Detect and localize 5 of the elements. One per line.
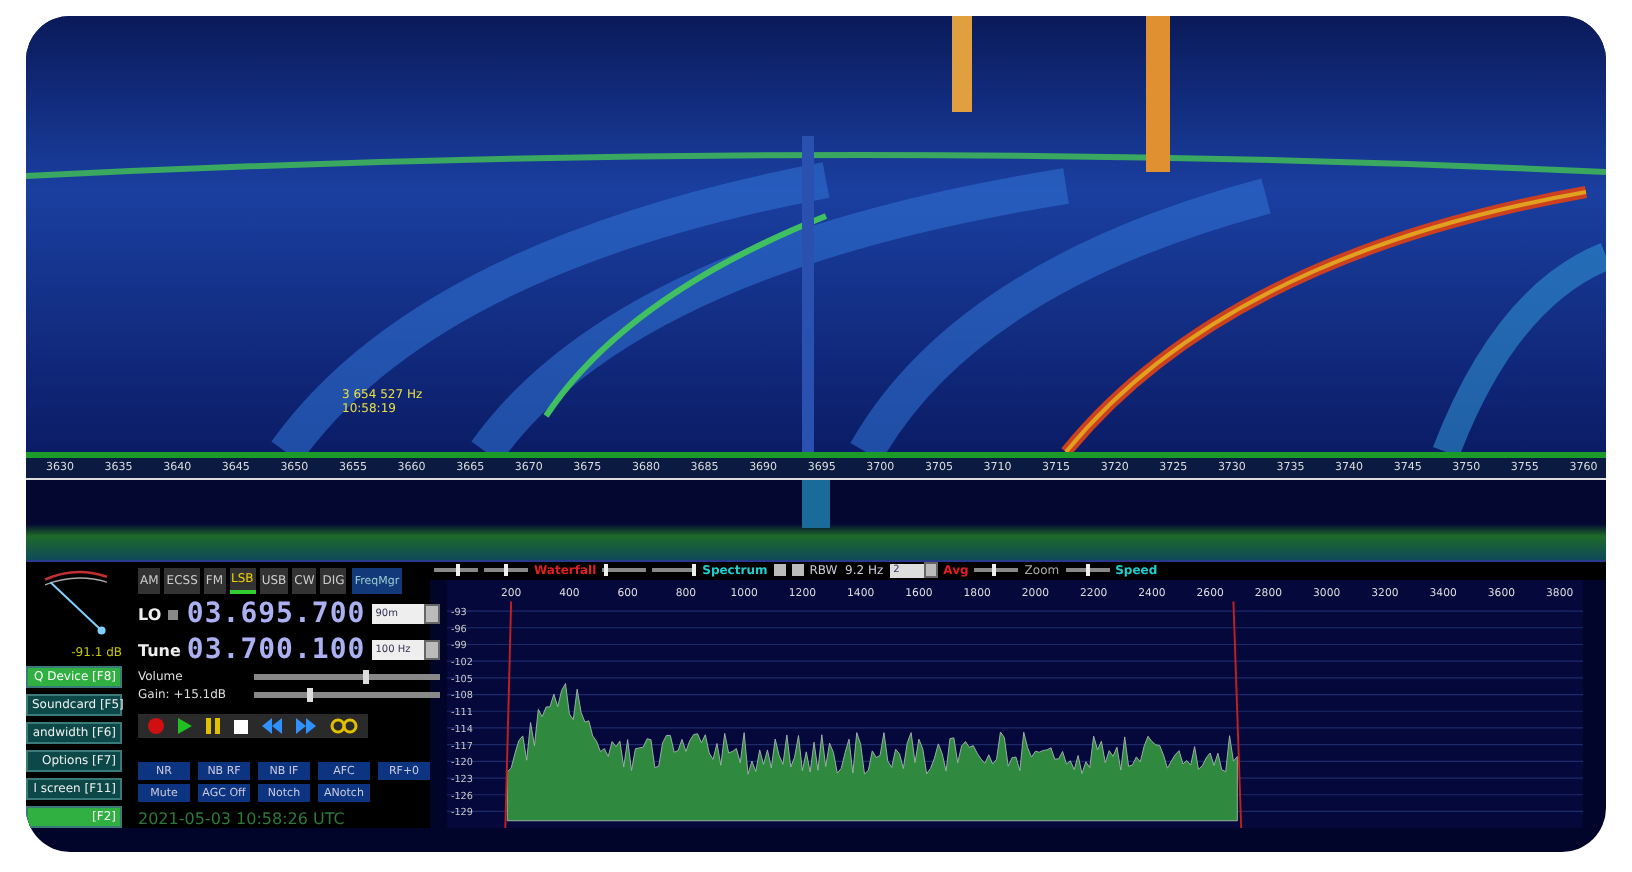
lo-label: LO [138,605,162,623]
tune-frequency[interactable]: 03.700.100 [186,634,366,666]
utc-clock: 2021-05-03 10:58:26 UTC [138,810,347,828]
lo-frequency[interactable]: 03.695.700 [186,598,366,630]
tune-label: Tune [138,641,181,659]
